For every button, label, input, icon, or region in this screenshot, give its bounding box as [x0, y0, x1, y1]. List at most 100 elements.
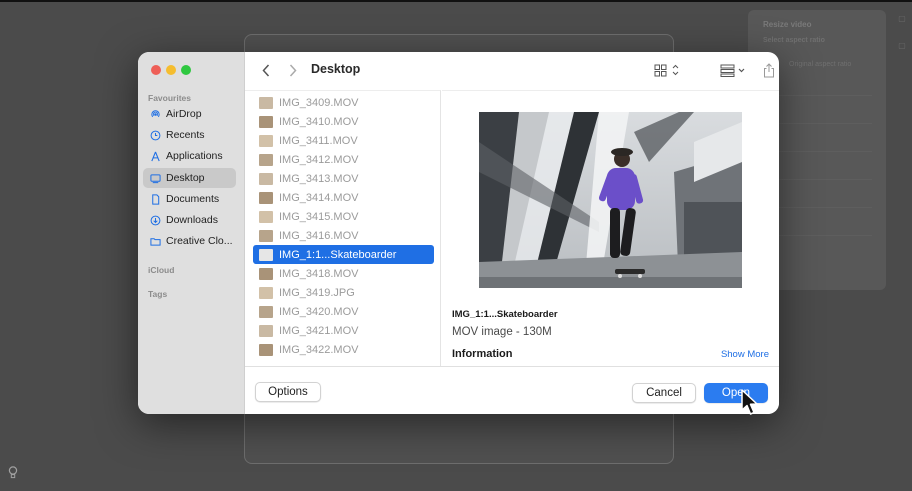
file-name: IMG_3421.MOV — [279, 324, 359, 337]
show-more-link[interactable]: Show More — [721, 349, 769, 360]
applications-icon — [149, 150, 161, 162]
file-name: IMG_3412.MOV — [279, 153, 359, 166]
sidebar-item-label: Creative Clo... — [166, 235, 233, 247]
icon-view-button[interactable] — [654, 61, 682, 79]
close-window-button[interactable] — [151, 65, 161, 75]
file-thumbnail-icon — [259, 115, 273, 128]
file-name: IMG_3411.MOV — [279, 134, 358, 147]
window-controls — [151, 65, 191, 75]
preview-file-meta: MOV image - 130M — [452, 326, 552, 338]
sidebar-item-label: AirDrop — [166, 108, 202, 120]
sidebar-item-desktop[interactable]: Desktop — [143, 168, 236, 188]
file-name: IMG_3418.MOV — [279, 267, 359, 280]
file-row[interactable]: IMG_3419.JPG — [253, 283, 434, 302]
share-icon — [764, 62, 774, 77]
background-panel-subtitle: Select aspect ratio — [763, 37, 825, 44]
sidebar-item-label: Documents — [166, 193, 220, 205]
maximize-window-button[interactable] — [181, 65, 191, 75]
file-thumbnail-icon — [259, 134, 273, 147]
file-thumbnail-icon — [259, 172, 273, 185]
minimize-window-button[interactable] — [166, 65, 176, 75]
sidebar-item-label: Applications — [166, 150, 223, 162]
sidebar-item-creative-cloud[interactable]: Creative Clo... — [143, 231, 236, 251]
file-name: IMG_3414.MOV — [279, 191, 359, 204]
file-name: IMG_3410.MOV — [279, 115, 359, 128]
chevron-left-icon — [262, 63, 270, 77]
sidebar-item-downloads[interactable]: Downloads — [143, 210, 236, 230]
file-row[interactable]: IMG_3415.MOV — [253, 207, 434, 226]
file-row[interactable]: IMG_3412.MOV — [253, 150, 434, 169]
file-thumbnail-icon — [259, 248, 273, 261]
file-row[interactable]: IMG_3416.MOV — [253, 226, 434, 245]
sidebar-section-icloud: iCloud — [148, 265, 175, 275]
information-heading: Information — [452, 348, 513, 360]
rail-icon: ▢ — [898, 41, 906, 50]
location-title: Desktop — [311, 62, 361, 76]
file-thumbnail-icon — [259, 229, 273, 242]
airdrop-icon — [149, 108, 161, 120]
file-thumbnail-icon — [259, 96, 273, 109]
sidebar-section-favourites: Favourites — [148, 93, 191, 103]
file-row[interactable]: IMG_3409.MOV — [253, 93, 434, 112]
file-name: IMG_3419.JPG — [279, 286, 355, 299]
dialog-bottom-bar: Options Cancel Open — [245, 366, 779, 414]
lightbulb-icon[interactable] — [8, 466, 20, 480]
file-row[interactable]: IMG_3421.MOV — [253, 321, 434, 340]
share-button[interactable] — [762, 61, 776, 79]
file-name: IMG_3415.MOV — [279, 210, 359, 223]
group-button[interactable] — [720, 61, 750, 79]
document-icon — [149, 193, 161, 205]
file-row-selected[interactable]: IMG_1:1...Skateboarder — [253, 245, 434, 264]
dialog-toolbar: Desktop — [245, 52, 779, 88]
file-name: IMG_3416.MOV — [279, 229, 359, 242]
preview-pane: IMG_1:1...Skateboarder MOV image - 130M … — [442, 90, 779, 366]
cancel-button[interactable]: Cancel — [632, 383, 696, 403]
preview-file-name: IMG_1:1...Skateboarder — [452, 309, 558, 320]
grid-icon — [654, 64, 679, 77]
forward-button[interactable] — [286, 61, 300, 79]
file-thumbnail-icon — [259, 343, 273, 356]
open-file-dialog: Favourites AirDrop Recents Applications … — [138, 52, 779, 414]
sidebar-item-recents[interactable]: Recents — [143, 125, 236, 145]
file-row[interactable]: IMG_3413.MOV — [253, 169, 434, 188]
file-name: IMG_3420.MOV — [279, 305, 359, 318]
file-row[interactable]: IMG_3420.MOV — [253, 302, 434, 321]
background-top-bar — [0, 0, 912, 2]
file-row[interactable]: IMG_3410.MOV — [253, 112, 434, 131]
sidebar-item-label: Downloads — [166, 214, 218, 226]
file-thumbnail-icon — [259, 191, 273, 204]
open-button[interactable]: Open — [704, 383, 768, 403]
sidebar-item-label: Recents — [166, 129, 205, 141]
file-row[interactable]: IMG_3422.MOV — [253, 340, 434, 359]
file-row[interactable]: IMG_3411.MOV — [253, 131, 434, 150]
file-thumbnail-icon — [259, 324, 273, 337]
background-panel-option: Original aspect ratio — [789, 61, 852, 68]
file-name: IMG_3409.MOV — [279, 96, 359, 109]
rail-icon: ▢ — [898, 14, 906, 23]
desktop-icon — [149, 172, 161, 184]
file-thumbnail-icon — [259, 286, 273, 299]
back-button[interactable] — [259, 61, 273, 79]
sidebar-section-tags: Tags — [148, 289, 168, 299]
options-button[interactable]: Options — [255, 382, 321, 402]
file-thumbnail-icon — [259, 210, 273, 223]
preview-image — [479, 112, 742, 288]
sidebar-item-airdrop[interactable]: AirDrop — [143, 104, 236, 124]
dialog-sidebar: Favourites AirDrop Recents Applications … — [138, 52, 245, 414]
group-grid-icon — [720, 64, 745, 77]
sidebar-item-applications[interactable]: Applications — [143, 146, 236, 166]
sidebar-item-label: Desktop — [166, 172, 205, 184]
clock-icon — [149, 129, 161, 141]
download-icon — [149, 214, 161, 226]
file-row[interactable]: IMG_3414.MOV — [253, 188, 434, 207]
sidebar-item-documents[interactable]: Documents — [143, 189, 236, 209]
file-name: IMG_3422.MOV — [279, 343, 359, 356]
file-name: IMG_3413.MOV — [279, 172, 359, 185]
file-row[interactable]: IMG_3418.MOV — [253, 264, 434, 283]
background-tool-rail: ▢ ▢ — [894, 14, 910, 68]
file-name: IMG_1:1...Skateboarder — [279, 248, 397, 261]
file-thumbnail-icon — [259, 153, 273, 166]
background-panel-title: Resize video — [763, 20, 812, 29]
chevron-right-icon — [289, 63, 297, 77]
file-thumbnail-icon — [259, 305, 273, 318]
